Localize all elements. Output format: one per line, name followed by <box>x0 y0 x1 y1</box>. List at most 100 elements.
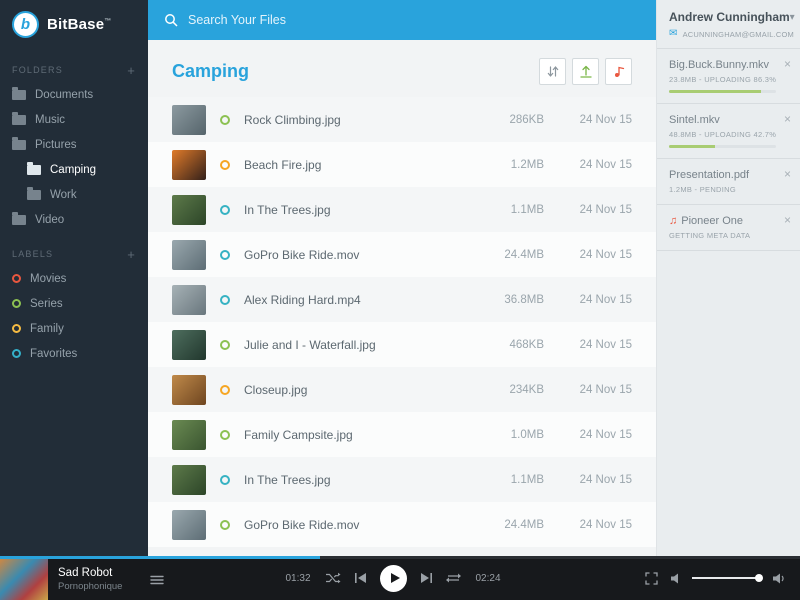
shuffle-icon <box>326 572 341 584</box>
upload-name-row: ♫ Sintel.mkv <box>669 114 776 126</box>
file-size: 1.1MB <box>510 203 544 216</box>
file-size: 24.4MB <box>504 518 544 531</box>
total-time: 02:24 <box>475 572 501 584</box>
sidebar-item-work[interactable]: Work <box>0 182 148 207</box>
user-row[interactable]: Andrew Cunningham ▾ <box>669 10 795 24</box>
sidebar-label-text: Series <box>30 297 63 310</box>
sidebar-label-family[interactable]: Family <box>0 316 148 341</box>
file-status-icon <box>220 384 230 395</box>
upload-item: ♫ Big.Buck.Bunny.mkv 23.8MB - UPLOADING … <box>657 49 800 104</box>
file-thumbnail <box>172 509 206 540</box>
table-row[interactable]: In The Trees.jpg 1.1MB 24 Nov 15 <box>148 457 656 502</box>
file-name: Rock Climbing.jpg <box>244 112 341 127</box>
add-label-button[interactable]: + <box>127 248 136 261</box>
volume-max-button[interactable] <box>773 573 786 584</box>
player-controls: 01:32 02:24 <box>284 564 502 592</box>
sidebar-label-favorites[interactable]: Favorites <box>0 341 148 366</box>
file-status-icon <box>220 114 230 125</box>
label-color-ring-icon <box>12 274 21 283</box>
table-row[interactable]: Julie and I - Waterfall.jpg 468KB 24 Nov… <box>148 322 656 367</box>
next-button[interactable] <box>420 572 433 584</box>
previous-icon <box>355 573 366 583</box>
user-name: Andrew Cunningham <box>669 10 790 24</box>
sidebar-item-video[interactable]: Video <box>0 207 148 232</box>
sidebar-item-documents[interactable]: Documents <box>0 82 148 107</box>
music-note-icon: ♫ <box>669 215 678 227</box>
table-row[interactable]: GoPro Bike Ride.mov 24.4MB 24 Nov 15 <box>148 232 656 277</box>
media-player-bar: Sad Robot Pornophonique 01:32 02:24 <box>0 556 800 600</box>
add-folder-button[interactable]: + <box>127 64 136 77</box>
close-icon[interactable]: × <box>784 58 791 70</box>
upload-music-button[interactable] <box>605 58 632 85</box>
folder-icon <box>12 111 26 125</box>
folder-icon <box>27 186 41 200</box>
table-row[interactable]: Closeup.jpg 234KB 24 Nov 15 <box>148 367 656 412</box>
file-date: 24 Nov 15 <box>579 428 632 441</box>
file-name: Family Campsite.jpg <box>244 427 353 442</box>
file-status-icon <box>220 429 230 440</box>
upload-name-row: ♫ Pioneer One <box>669 215 776 227</box>
track-info: Sad Robot Pornophonique <box>58 567 122 592</box>
volume-knob[interactable] <box>755 574 763 582</box>
sidebar-item-pictures[interactable]: Pictures <box>0 132 148 157</box>
upload-progress-track <box>669 145 776 148</box>
volume-fill <box>692 577 760 579</box>
sidebar-item-camping[interactable]: Camping <box>0 157 148 182</box>
file-date: 24 Nov 15 <box>579 248 632 261</box>
sidebar-label-series[interactable]: Series <box>0 291 148 316</box>
sidebar-item-music[interactable]: Music <box>0 107 148 132</box>
chevron-down-icon[interactable]: ▾ <box>790 12 795 23</box>
close-icon[interactable]: × <box>784 214 791 226</box>
file-status-icon <box>220 474 230 485</box>
user-email-row: ✉ ACUNNINGHAM@GMAIL.COM <box>669 28 794 39</box>
close-icon[interactable]: × <box>784 113 791 125</box>
next-icon <box>421 573 432 583</box>
labels-header-label: LABELS <box>12 249 54 259</box>
file-name: Alex Riding Hard.mp4 <box>244 292 361 307</box>
folders-header-label: FOLDERS <box>12 65 63 75</box>
table-row[interactable]: Beach Fire.jpg 1.2MB 24 Nov 15 <box>148 142 656 187</box>
upload-status-text: GETTING META DATA <box>669 231 751 240</box>
envelope-icon: ✉ <box>669 28 678 39</box>
folders-section-header: FOLDERS + <box>0 58 148 82</box>
bitbase-logo-icon: b <box>12 10 39 38</box>
upload-name-row: ♫ Presentation.pdf <box>669 169 776 181</box>
table-row[interactable]: In The Trees.jpg 1.1MB 24 Nov 15 <box>148 187 656 232</box>
play-icon <box>390 573 400 583</box>
queue-button[interactable] <box>150 575 165 585</box>
file-actions <box>539 58 632 85</box>
search-input[interactable] <box>188 13 640 27</box>
close-icon[interactable]: × <box>784 168 791 180</box>
file-name: Julie and I - Waterfall.jpg <box>244 337 376 352</box>
table-row[interactable]: GoPro Bike Ride.mov 24.4MB 24 Nov 15 <box>148 502 656 547</box>
table-row[interactable]: Alex Riding Hard.mp4 36.8MB 24 Nov 15 <box>148 277 656 322</box>
repeat-button[interactable] <box>446 572 461 584</box>
fullscreen-button[interactable] <box>645 571 658 585</box>
file-list: Rock Climbing.jpg 286KB 24 Nov 15 Beach … <box>148 97 656 556</box>
labels-list: Movies Series Family Favorites <box>0 266 148 366</box>
table-row[interactable]: Rock Climbing.jpg 286KB 24 Nov 15 <box>148 97 656 142</box>
volume-mute-button[interactable] <box>671 573 679 584</box>
previous-button[interactable] <box>354 572 367 584</box>
file-size: 1.0MB <box>510 428 544 441</box>
folder-icon <box>12 136 26 150</box>
file-thumbnail <box>172 149 206 180</box>
logo: b BitBase™ <box>0 0 148 48</box>
sidebar-label-movies[interactable]: Movies <box>0 266 148 291</box>
player-left: Sad Robot Pornophonique <box>0 556 284 600</box>
sort-files-button[interactable] <box>539 58 566 85</box>
label-color-ring-icon <box>12 324 21 333</box>
player-right <box>502 571 800 585</box>
file-status-icon <box>220 204 230 215</box>
seek-bar[interactable] <box>0 556 800 559</box>
upload-file-button[interactable] <box>572 58 599 85</box>
upload-file-name: Big.Buck.Bunny.mkv <box>669 59 770 71</box>
volume-slider[interactable] <box>692 574 763 582</box>
file-size: 286KB <box>509 113 544 126</box>
play-button[interactable] <box>380 564 407 592</box>
table-row[interactable]: Family Campsite.jpg 1.0MB 24 Nov 15 <box>148 412 656 457</box>
search-bar <box>148 0 656 40</box>
upload-item: ♫ Pioneer One GETTING META DATA × <box>657 205 800 251</box>
shuffle-button[interactable] <box>325 572 341 584</box>
right-sidebar: Andrew Cunningham ▾ ✉ ACUNNINGHAM@GMAIL.… <box>656 0 800 556</box>
